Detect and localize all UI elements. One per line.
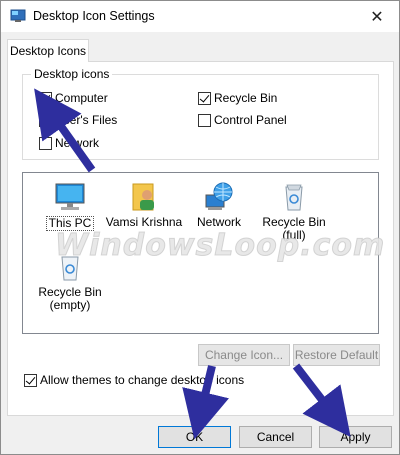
close-button[interactable]: ✕ (355, 1, 399, 32)
icon-label: Vamsi Krishna (105, 215, 183, 229)
icon-label: Recycle Bin (full) (262, 215, 326, 242)
icon-item-recycle-bin-empty[interactable]: Recycle Bin (empty) (31, 251, 109, 312)
checkbox-label: Network (55, 136, 100, 150)
window-title: Desktop Icon Settings (33, 9, 155, 23)
checkbox-label: Allow themes to change desktop icons (40, 373, 245, 387)
restore-default-button[interactable]: Restore Default (293, 344, 380, 366)
button-label: Apply (340, 430, 371, 444)
checkbox-label: Recycle Bin (214, 91, 278, 105)
button-label: Restore Default (294, 348, 379, 362)
checkbox-network[interactable]: Network (39, 136, 99, 150)
recycle-bin-empty-icon (61, 256, 79, 281)
desktop-icons-group: Desktop icons Computer Recycle Bin User'… (22, 67, 379, 160)
checkbox-computer[interactable]: Computer (39, 91, 108, 105)
apply-button[interactable]: Apply (319, 426, 392, 448)
checkbox-control-panel[interactable]: Control Panel (198, 113, 287, 127)
title-bar[interactable]: Desktop Icon Settings ✕ (1, 1, 399, 32)
checkbox-allow-themes[interactable]: Allow themes to change desktop icons (24, 373, 244, 387)
icon-label: Recycle Bin (empty) (38, 285, 102, 312)
checkbox-label: Control Panel (214, 113, 287, 127)
ok-button[interactable]: OK (158, 426, 231, 448)
button-label: Cancel (256, 430, 295, 444)
button-label: OK (185, 430, 204, 444)
icon-label: Network (196, 215, 241, 229)
checkbox-label: User's Files (55, 113, 118, 127)
change-icon-button[interactable]: Change Icon... (198, 344, 290, 366)
dialog-window: Desktop Icon Settings ✕ Desktop Icons De… (0, 0, 400, 455)
icon-list-view[interactable]: This PC Vamsi Krishna Network Recycle Bi… (22, 172, 379, 334)
checkbox-recycle-bin[interactable]: Recycle Bin (198, 91, 277, 105)
checkbox-box[interactable] (39, 136, 52, 150)
icon-item-user-folder[interactable]: Vamsi Krishna (105, 181, 183, 229)
network-globe-icon (205, 182, 233, 210)
checkbox-box[interactable] (24, 373, 37, 387)
tab-panel: Desktop icons Computer Recycle Bin User'… (7, 61, 394, 416)
icon-item-recycle-bin-full[interactable]: Recycle Bin (full) (255, 181, 333, 242)
tab-desktop-icons[interactable]: Desktop Icons (7, 39, 89, 62)
icon-item-network[interactable]: Network (180, 181, 258, 229)
computer-monitor-icon (55, 183, 85, 210)
close-icon: ✕ (370, 8, 384, 26)
icon-item-this-pc[interactable]: This PC (31, 181, 109, 231)
checkbox-box[interactable] (198, 113, 211, 127)
tab-label: Desktop Icons (9, 44, 87, 58)
checkbox-box[interactable] (198, 91, 211, 105)
cancel-button[interactable]: Cancel (239, 426, 312, 448)
group-legend: Desktop icons (31, 67, 113, 81)
checkbox-label: Computer (55, 91, 108, 105)
checkbox-box[interactable] (39, 91, 52, 105)
user-folder-icon (132, 183, 154, 211)
checkbox-box[interactable] (39, 113, 52, 127)
desktop-settings-icon (10, 9, 26, 22)
recycle-bin-full-icon (285, 184, 303, 211)
icon-label: This PC (45, 216, 95, 231)
button-label: Change Icon... (204, 348, 284, 362)
checkbox-users-files[interactable]: User's Files (39, 113, 117, 127)
